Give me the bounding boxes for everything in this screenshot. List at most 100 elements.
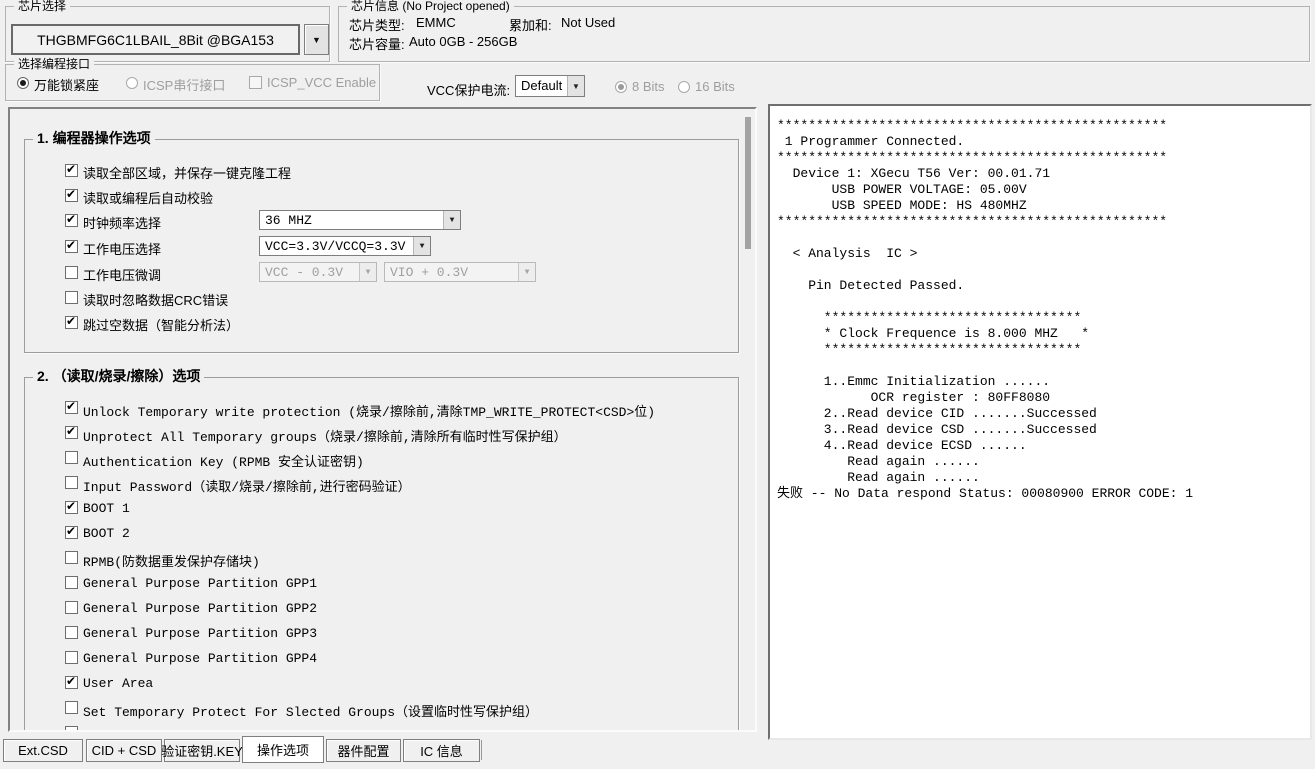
bits16-label: 16 Bits: [695, 79, 735, 94]
tab-operation-options[interactable]: 操作选项: [242, 736, 324, 763]
checkbox[interactable]: [65, 651, 78, 664]
chip-info-group: 芯片信息 (No Project opened) 芯片类型: EMMC 累加和:…: [338, 6, 1310, 62]
option-row[interactable]: General Purpose Partition GPP1: [25, 574, 738, 592]
chevron-down-icon: ▼: [413, 237, 430, 255]
option-label: 读取时忽略数据CRC错误: [83, 290, 228, 309]
option-row[interactable]: Authentication Key (RPMB 安全认证密钥): [25, 449, 738, 467]
checkbox[interactable]: [65, 601, 78, 614]
icsp-vcc-checkbox[interactable]: [249, 76, 262, 89]
chevron-down-icon: ▼: [518, 263, 535, 281]
option-label: Set Permanent Protect For Slected Groups…: [83, 726, 538, 732]
vcc-current-combobox[interactable]: Default ▼: [515, 75, 585, 97]
icsp-vcc-label: ICSP_VCC Enable: [267, 75, 376, 90]
option-label: 读取全部区域，并保存一键克隆工程: [83, 163, 291, 182]
option-label: Unprotect All Temporary groups（烧录/擦除前,清除…: [83, 426, 567, 445]
option-label: General Purpose Partition GPP1: [83, 576, 317, 591]
option-row[interactable]: User Area: [25, 674, 738, 692]
checkbox[interactable]: [65, 214, 78, 227]
clock-frequency-value: 36 MHZ: [265, 211, 312, 231]
option-row[interactable]: BOOT 2: [25, 524, 738, 542]
checkbox[interactable]: [65, 240, 78, 253]
option-row[interactable]: General Purpose Partition GPP2: [25, 599, 738, 617]
checkbox[interactable]: [65, 189, 78, 202]
section-title: 2. （读取/烧录/擦除）选项: [33, 369, 204, 383]
chip-select-value: THGBMFG6C1LBAIL_8Bit @BGA153: [37, 32, 274, 48]
option-row[interactable]: 时钟频率选择 36 MHZ ▼: [25, 212, 738, 230]
tab-ext-csd[interactable]: Ext.CSD: [3, 739, 83, 762]
checkbox[interactable]: [65, 501, 78, 514]
checkbox[interactable]: [65, 401, 78, 414]
option-row[interactable]: Unprotect All Temporary groups（烧录/擦除前,清除…: [25, 424, 738, 442]
vio-trim-combobox[interactable]: VIO + 0.3V ▼: [384, 262, 536, 282]
clock-frequency-combobox[interactable]: 36 MHZ ▼: [259, 210, 461, 230]
option-row[interactable]: Set Permanent Protect For Slected Groups…: [25, 724, 738, 732]
tab-cid-csd[interactable]: CID + CSD: [86, 739, 162, 762]
option-label: BOOT 2: [83, 526, 130, 541]
working-voltage-value: VCC=3.3V/VCCQ=3.3V: [265, 237, 405, 257]
checkbox[interactable]: [65, 551, 78, 564]
checkbox[interactable]: [65, 626, 78, 639]
checkbox[interactable]: [65, 426, 78, 439]
option-row[interactable]: 工作电压选择 VCC=3.3V/VCCQ=3.3V ▼: [25, 238, 738, 256]
option-row[interactable]: 工作电压微调 VCC - 0.3V ▼ VIO + 0.3V ▼: [25, 264, 738, 282]
checkbox[interactable]: [65, 526, 78, 539]
interface-group: 选择编程接口 万能锁紧座 ICSP串行接口 ICSP_VCC Enable: [5, 64, 380, 101]
scrollbar-thumb[interactable]: [745, 117, 751, 249]
icsp-port-radio[interactable]: [126, 77, 138, 89]
option-row[interactable]: Set Temporary Protect For Slected Groups…: [25, 699, 738, 717]
option-label: BOOT 1: [83, 501, 130, 516]
vcc-trim-combobox[interactable]: VCC - 0.3V ▼: [259, 262, 377, 282]
tab-device-config[interactable]: 器件配置: [326, 739, 401, 762]
checkbox[interactable]: [65, 266, 78, 279]
checkbox[interactable]: [65, 476, 78, 489]
scrollbar[interactable]: [741, 109, 755, 730]
group-title: 芯片信息 (No Project opened): [347, 0, 514, 13]
option-label: 工作电压微调: [83, 265, 161, 284]
option-label: 读取或编程后自动校验: [83, 188, 213, 207]
option-row[interactable]: BOOT 1: [25, 499, 738, 517]
checkbox[interactable]: [65, 451, 78, 464]
checkbox[interactable]: [65, 726, 78, 732]
chevron-down-icon: ▼: [312, 35, 321, 45]
vcc-trim-value: VCC - 0.3V: [265, 263, 343, 283]
option-label: Authentication Key (RPMB 安全认证密钥): [83, 451, 364, 470]
group-title: 芯片选择: [14, 0, 70, 13]
bits8-label: 8 Bits: [632, 79, 665, 94]
options-panel: 1. 编程器操作选项 读取全部区域，并保存一键克隆工程 读取或编程后自动校验 时…: [8, 107, 757, 732]
checksum-label: 累加和:: [509, 15, 552, 34]
checksum-value: Not Used: [561, 15, 615, 30]
option-label: 跳过空数据（智能分析法）: [83, 315, 239, 334]
option-row[interactable]: 读取全部区域，并保存一键克隆工程: [25, 162, 738, 180]
option-label: General Purpose Partition GPP3: [83, 626, 317, 641]
checkbox[interactable]: [65, 576, 78, 589]
chip-select-combobox[interactable]: THGBMFG6C1LBAIL_8Bit @BGA153: [11, 24, 300, 55]
option-row[interactable]: Input Password（读取/烧录/擦除前,进行密码验证）: [25, 474, 738, 492]
checkbox[interactable]: [65, 291, 78, 304]
option-label: Set Temporary Protect For Slected Groups…: [83, 701, 538, 720]
option-row[interactable]: Unlock Temporary write protection (烧录/擦除…: [25, 399, 738, 417]
option-label: 工作电压选择: [83, 239, 161, 258]
option-row[interactable]: 读取时忽略数据CRC错误: [25, 289, 738, 307]
tab-ic-info[interactable]: IC 信息: [403, 739, 480, 762]
read-write-erase-options-group: 2. （读取/烧录/擦除）选项 Unlock Temporary write p…: [24, 377, 739, 732]
option-row[interactable]: 读取或编程后自动校验: [25, 187, 738, 205]
option-row[interactable]: General Purpose Partition GPP4: [25, 649, 738, 667]
chip-type-value: EMMC: [416, 15, 456, 30]
checkbox[interactable]: [65, 316, 78, 329]
chip-select-dropdown-button[interactable]: ▼: [304, 24, 329, 55]
universal-socket-radio[interactable]: [17, 77, 29, 89]
option-row[interactable]: General Purpose Partition GPP3: [25, 624, 738, 642]
checkbox[interactable]: [65, 676, 78, 689]
bits8-radio[interactable]: [615, 81, 627, 93]
tabstrip-edge: [481, 740, 482, 760]
tab-verify-key[interactable]: 验证密钥.KEY: [164, 739, 240, 762]
log-console[interactable]: ****************************************…: [768, 104, 1312, 740]
option-row[interactable]: RPMB(防数据重发保护存储块): [25, 549, 738, 567]
working-voltage-combobox[interactable]: VCC=3.3V/VCCQ=3.3V ▼: [259, 236, 431, 256]
bits16-radio[interactable]: [678, 81, 690, 93]
checkbox[interactable]: [65, 164, 78, 177]
group-title: 选择编程接口: [14, 57, 94, 71]
option-row[interactable]: 跳过空数据（智能分析法）: [25, 314, 738, 332]
checkbox[interactable]: [65, 701, 78, 714]
chevron-down-icon: ▼: [567, 76, 584, 96]
